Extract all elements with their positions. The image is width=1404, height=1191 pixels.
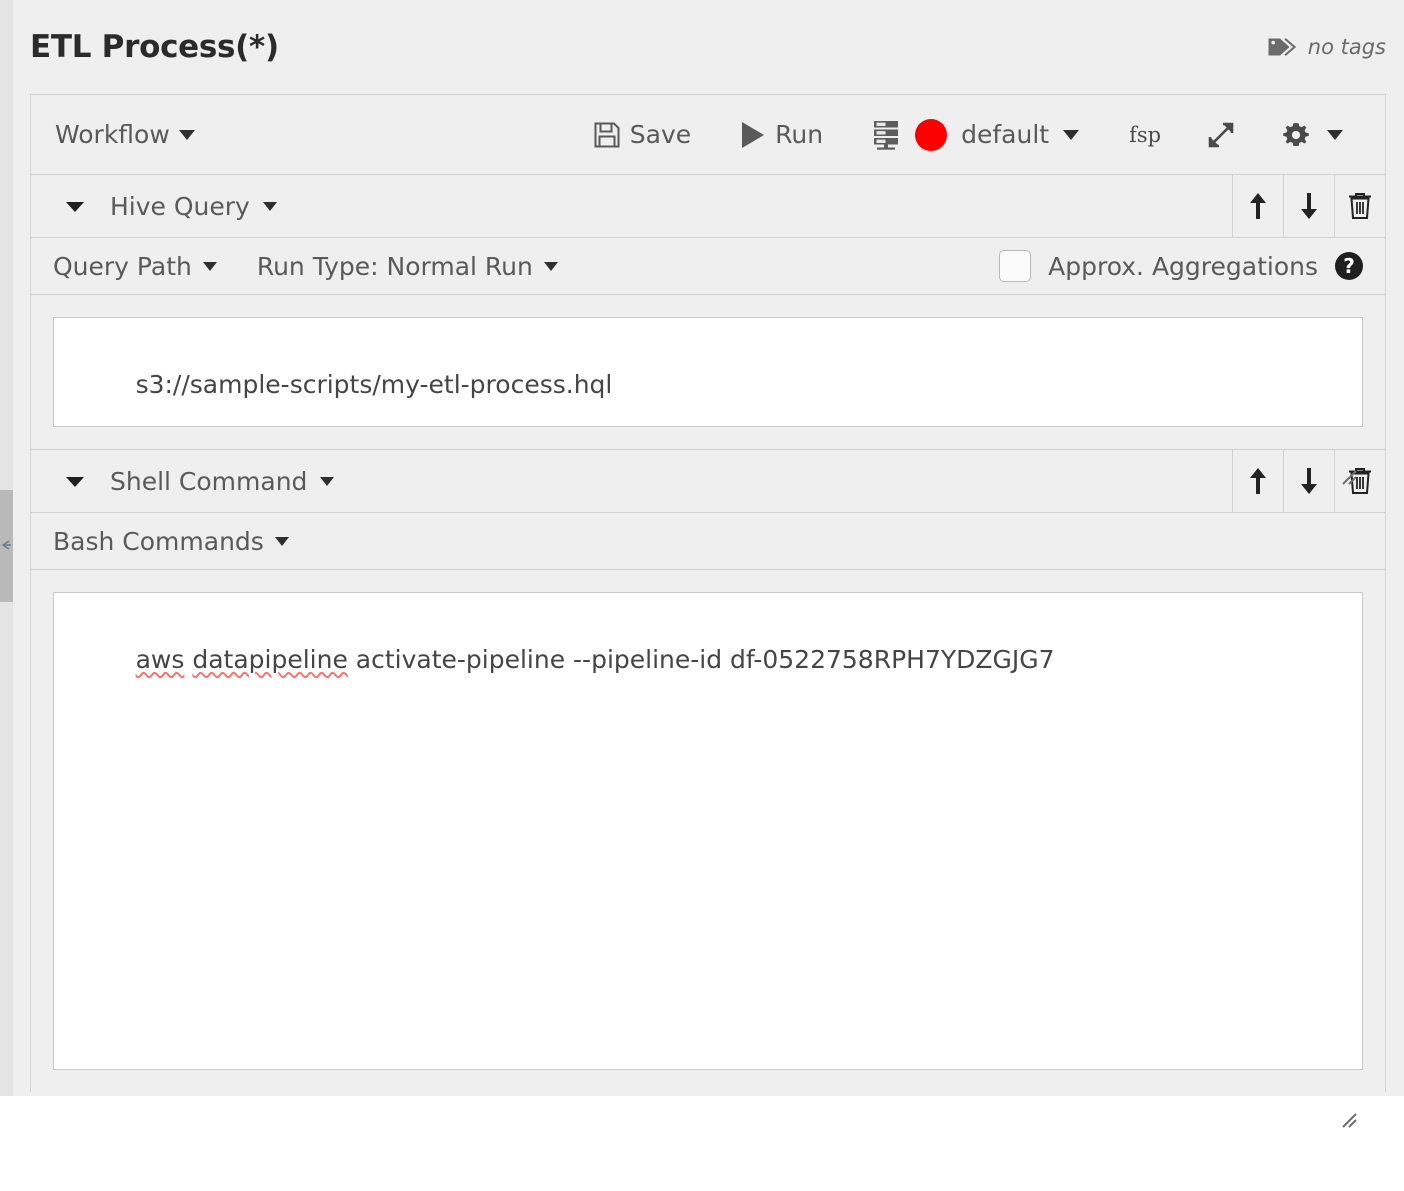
bash-token-misspelled-2: datapipeline	[192, 645, 348, 675]
query-path-value: s3://sample-scripts/my-etl-process.hql	[135, 370, 613, 400]
chevron-down-icon	[1327, 129, 1344, 140]
hive-options-row: Query Path Run Type: Normal Run Approx. …	[31, 238, 1385, 295]
gear-icon	[1281, 120, 1311, 150]
question-mark-icon[interactable]: ?	[1335, 252, 1363, 280]
approx-aggregations-label: Approx. Aggregations	[1048, 251, 1318, 281]
cluster-status-indicator	[915, 118, 948, 151]
step-name-shell-command[interactable]: Shell Command	[110, 466, 335, 496]
delete-step-button[interactable]	[1334, 450, 1385, 512]
query-path-input[interactable]: s3://sample-scripts/my-etl-process.hql	[53, 317, 1363, 485]
run-button[interactable]: Run	[740, 120, 823, 150]
bash-token-misspelled-1: aws	[135, 645, 185, 675]
run-type-dropdown[interactable]: Run Type: Normal Run	[257, 252, 558, 281]
move-up-button[interactable]	[1232, 450, 1283, 512]
delete-step-button[interactable]	[1334, 175, 1385, 237]
step-header-hive-query: Hive Query	[31, 175, 1385, 238]
triangle-down-icon[interactable]	[62, 468, 88, 494]
arrow-down-icon	[1298, 466, 1320, 496]
shell-options-row: Bash Commands	[31, 513, 1385, 570]
chevron-down-icon	[1063, 129, 1080, 140]
scrollbar-thumb[interactable]	[0, 490, 13, 602]
bash-commands-value: activate-pipeline --pipeline-id df-05227…	[347, 645, 1055, 675]
tags-label: no tags	[1307, 35, 1386, 59]
run-type-label: Run Type: Normal Run	[256, 251, 533, 281]
chevron-down-icon	[543, 261, 558, 271]
step-header-shell-command: Shell Command	[31, 450, 1385, 513]
step-label: Hive Query	[110, 191, 250, 221]
approx-aggregations-group: Approx. Aggregations ?	[999, 250, 1385, 282]
expand-diagonal-icon	[1205, 119, 1237, 151]
shell-command-editor-pane: aws datapipeline activate-pipeline --pip…	[31, 570, 1385, 1128]
trash-icon	[1347, 466, 1373, 496]
move-down-button[interactable]	[1283, 450, 1334, 512]
workflow-menu-label: Workflow	[55, 120, 170, 149]
floppy-disk-icon	[593, 121, 621, 149]
cluster-label: default	[961, 120, 1050, 149]
chevron-down-icon	[178, 129, 195, 140]
page-header: ETL Process(*) no tags	[13, 0, 1404, 94]
workflow-page: ETL Process(*) no tags Workflow Save Run…	[13, 0, 1404, 1128]
tags-area[interactable]: no tags	[1267, 35, 1386, 59]
step-name-hive-query[interactable]: Hive Query	[110, 192, 277, 221]
scrollbar-grip-icon	[0, 538, 13, 552]
settings-button[interactable]	[1281, 120, 1344, 150]
step-title-cell[interactable]: Shell Command	[31, 450, 1232, 512]
query-path-dropdown[interactable]: Query Path	[53, 252, 217, 281]
move-up-button[interactable]	[1232, 175, 1283, 237]
save-label: Save	[629, 120, 692, 149]
workflow-toolbar: Workflow Save Run default fsp	[31, 95, 1385, 175]
workflow-frame: Workflow Save Run default fsp Hive Query…	[30, 94, 1386, 1128]
chevron-down-icon	[202, 261, 217, 271]
resize-grip-icon[interactable]	[1336, 401, 1358, 485]
chevron-down-icon	[262, 201, 277, 211]
approx-aggregations-checkbox[interactable]	[999, 250, 1032, 282]
vertical-scrollbar[interactable]	[0, 0, 13, 1096]
step-label: Shell Command	[110, 466, 308, 496]
arrow-down-icon	[1298, 191, 1320, 221]
resize-grip-icon[interactable]	[1336, 1044, 1358, 1128]
fsp-button[interactable]: fsp	[1129, 123, 1161, 147]
run-label: Run	[775, 120, 824, 149]
tags-icon	[1267, 35, 1297, 59]
arrow-up-icon	[1247, 466, 1269, 496]
server-stack-icon	[871, 119, 901, 151]
chevron-down-icon	[320, 476, 335, 486]
bash-commands-input[interactable]: aws datapipeline activate-pipeline --pip…	[53, 592, 1363, 1128]
step-title-cell[interactable]: Hive Query	[31, 175, 1232, 237]
bash-commands-dropdown[interactable]: Bash Commands	[53, 527, 289, 556]
play-triangle-icon	[740, 120, 766, 150]
query-path-label: Query Path	[53, 251, 192, 281]
cluster-selector[interactable]: default	[871, 118, 1080, 151]
triangle-down-icon[interactable]	[62, 193, 88, 219]
move-down-button[interactable]	[1283, 175, 1334, 237]
expand-button[interactable]	[1205, 119, 1237, 151]
bash-commands-label: Bash Commands	[53, 526, 264, 556]
page-title: ETL Process(*)	[30, 29, 279, 65]
hive-query-editor-pane: s3://sample-scripts/my-etl-process.hql	[31, 295, 1385, 485]
save-button[interactable]: Save	[593, 120, 691, 149]
trash-icon	[1347, 191, 1373, 221]
arrow-up-icon	[1247, 191, 1269, 221]
chevron-down-icon	[274, 536, 289, 546]
workflow-menu[interactable]: Workflow	[55, 120, 195, 149]
